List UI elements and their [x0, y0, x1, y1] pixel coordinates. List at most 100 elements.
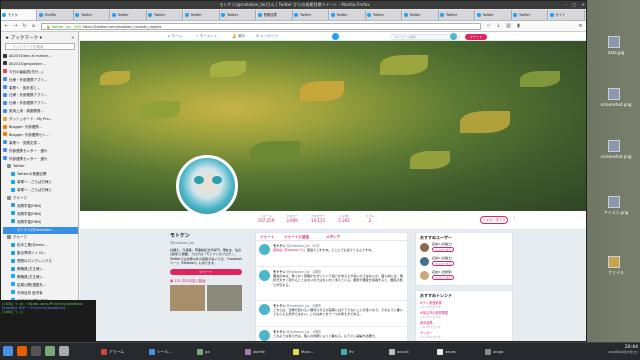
avatar[interactable]	[420, 243, 429, 252]
stat-followers[interactable]: フォロワー 19,115	[306, 214, 330, 223]
bookmark-star-icon[interactable]: ☆	[485, 23, 492, 30]
menu-icon[interactable]: ≡	[577, 23, 584, 30]
trend-item[interactable]: #岡山市の保育問題 トレンドトピック	[420, 310, 448, 319]
bookmark-item[interactable]: 今日の番組表(先行...)	[3, 69, 78, 77]
browser-tab[interactable]: Twitter	[183, 10, 220, 20]
bookmark-item[interactable]: モトケン(@motoken...	[3, 226, 78, 235]
browser-tab[interactable]: Twitter	[402, 10, 439, 20]
trend-item[interactable]: 東京競馬 トレンドトピック	[420, 320, 441, 329]
nav-notifications[interactable]: 🔔 通知	[232, 33, 245, 40]
stat-tweets[interactable]: ツイート 107,259	[254, 214, 278, 223]
browser-tab[interactable]: Twitter	[293, 10, 329, 20]
bookmark-item[interactable]: 外部連携センター · 遅れ	[3, 156, 78, 164]
close-icon[interactable]: ✕	[71, 35, 74, 40]
taskbar-app[interactable]: gx	[196, 346, 242, 358]
browser-tab[interactable]: モトケ	[1, 10, 37, 20]
taskbar-app[interactable]: Mozc...	[292, 346, 338, 358]
tab-media[interactable]: メディア	[326, 234, 340, 240]
bookmark-item[interactable]: 仕様・外部連携アプリ...	[3, 77, 78, 85]
taskbar-app[interactable]: xbrfile	[244, 346, 290, 358]
tweet[interactable]: モトケン @motoken_tw · 1時間 国会の中は、見ておく意義が大きいと…	[256, 267, 409, 301]
profile-avatar[interactable]	[176, 155, 238, 217]
terminal-icon[interactable]	[31, 346, 41, 356]
tweet[interactable]: モトケン @motoken_tw · 1時間 このような考え方は、個人の判断によ…	[256, 327, 409, 341]
nav-moments[interactable]: ⚡ モーメント	[196, 33, 218, 40]
taskbar-app[interactable]: シール...	[148, 346, 194, 358]
sidebar-title[interactable]: ★ ブックマーク ▾	[5, 35, 42, 41]
nav-home[interactable]: ⌂ ホーム	[168, 33, 182, 40]
avatar[interactable]	[450, 33, 457, 40]
browser-tab[interactable]: 長期目標	[256, 10, 293, 20]
bookmark-item[interactable]: 実用上用 · 調査開発...	[3, 108, 78, 116]
browser-tab[interactable]: Twitter	[329, 10, 366, 20]
media-link[interactable]: ▣ 101 件の写真と動画	[170, 278, 245, 283]
close-icon[interactable]: ✕	[582, 1, 585, 9]
suggested-user-name[interactable]: 名前3 (法律家)	[432, 270, 452, 274]
browser-tab[interactable]: Twitter	[220, 10, 256, 20]
stat-lists[interactable]: リスト 2	[358, 214, 382, 223]
bookmark-item[interactable]: 深層学習(RNN)	[3, 203, 78, 211]
bookmark-item[interactable]: 天明自然 医学事	[3, 290, 78, 298]
bookmark-item[interactable]: Twitterの長期目標	[3, 171, 78, 179]
avatar[interactable]	[420, 271, 429, 280]
media-thumbnail[interactable]	[207, 284, 242, 311]
following-button[interactable]: フォロー中です	[480, 216, 508, 224]
bookmark-item[interactable]: 事業へ · 設計書と...	[3, 85, 78, 93]
clock[interactable]: 20:44 2018年06月23日(土)	[598, 345, 638, 354]
home-icon[interactable]: ⌂	[30, 23, 37, 30]
nav-messages[interactable]: ✉ メッセージ	[256, 33, 278, 40]
settings-icon[interactable]	[59, 346, 69, 356]
terminal-window[interactable]: [1034] % cd ~/hideo.work/Projects/panda/…	[0, 300, 96, 342]
bookmark-item[interactable]: Blogger: 外部連携...	[3, 124, 78, 132]
maximize-icon[interactable]: □	[572, 1, 576, 9]
avatar[interactable]	[259, 330, 270, 341]
window-titlebar[interactable]: モトケン(@motoken_tw)さん | Twitter からの長期目標ツイー…	[1, 1, 586, 9]
browser-tab[interactable]: サイト	[548, 10, 585, 20]
suggested-user-name[interactable]: 名前1 (弁護士)	[432, 242, 452, 246]
bookmark-item[interactable]: 松本工業(@hoku...	[3, 242, 78, 250]
profile-header-image[interactable]	[80, 41, 586, 211]
media-thumbnail[interactable]	[170, 284, 205, 311]
bookmark-item[interactable]: AK2015/dev at master...	[3, 53, 78, 61]
tweet[interactable]: モトケン @motoken_tw · 50分 返信先: @aaaaaa さん 間違…	[256, 241, 409, 267]
taskbar-app[interactable]: アラーム	[100, 346, 146, 358]
bookmark-item[interactable]: 集合界明ツイ Dr...	[3, 250, 78, 258]
browser-tab[interactable]: Twitter	[147, 10, 183, 20]
follow-button[interactable]: フォローする	[432, 247, 454, 252]
tweet-to-button[interactable]: ツイート	[170, 268, 242, 275]
taskbar-app[interactable]: xlogo	[484, 346, 530, 358]
follow-button[interactable]: フォローする	[432, 261, 454, 266]
taskbar-app[interactable]: ffc	[340, 346, 386, 358]
bookmark-item[interactable]: ダッシュボード - My Pro...	[3, 116, 78, 124]
bookmark-item[interactable]: グループ	[3, 195, 78, 203]
avatar[interactable]	[420, 257, 429, 266]
browser-tab[interactable]: Twitter	[366, 10, 402, 20]
suggested-user-name[interactable]: 名前2 (弁護士)	[432, 256, 452, 260]
browser-tab[interactable]: Shuffle	[37, 10, 74, 20]
bookmark-item[interactable]: 教職員(方丈様)...	[3, 266, 78, 274]
bookmark-item[interactable]: 深層学習(RNN)	[3, 211, 78, 219]
bookmark-item[interactable]: 教職員(方丈様)...	[3, 274, 78, 282]
reload-icon[interactable]: ↻	[21, 23, 28, 30]
bookmark-item[interactable]: 外部連携センター · 遅れ	[3, 148, 78, 156]
profile-name[interactable]: モトケン	[170, 232, 245, 239]
avatar[interactable]	[259, 244, 270, 255]
tab-tweets[interactable]: ツイート	[260, 234, 274, 240]
folder-icon[interactable]	[608, 256, 620, 268]
bookmark-item[interactable]: グループ	[3, 234, 78, 242]
avatar[interactable]	[259, 270, 270, 281]
bookmark-search-input[interactable]: ブックマークを検索	[5, 43, 75, 50]
stat-likes[interactable]: いいね 5,393	[332, 214, 356, 223]
taskbar-app[interactable]: xeyes	[436, 346, 482, 358]
bookmark-item[interactable]: Blogger: 外部連携セン...	[3, 132, 78, 140]
minimize-icon[interactable]: –	[565, 1, 567, 9]
bookmark-item[interactable]: 深層学習(RNN)	[3, 219, 78, 227]
follow-button[interactable]: フォローする	[432, 275, 454, 280]
tab-tweets-replies[interactable]: ツイートと返信	[284, 234, 309, 240]
twitter-logo-icon[interactable]	[332, 33, 339, 40]
sidebar-icon[interactable]: ▮	[515, 23, 522, 30]
browser-tab[interactable]: Twitter	[110, 10, 147, 20]
image-file-icon[interactable]	[608, 196, 620, 208]
trend-item[interactable]: #テレ東音楽祭 トレンドトピック	[420, 300, 442, 309]
forward-icon[interactable]: →	[12, 23, 19, 30]
